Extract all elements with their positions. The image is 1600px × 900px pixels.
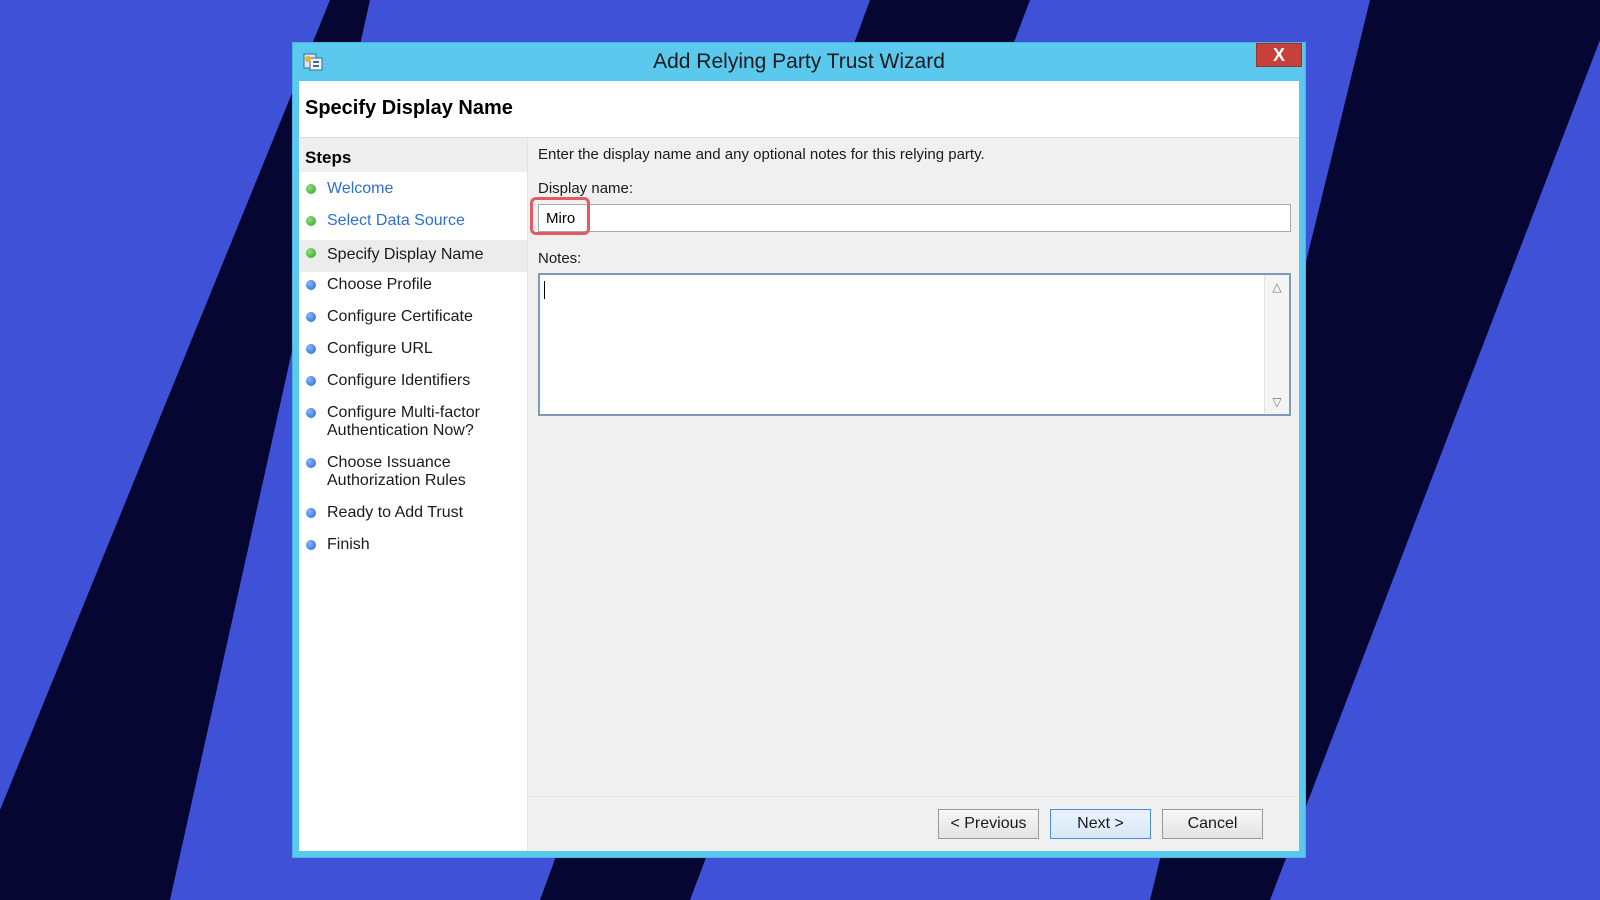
notes-textarea[interactable]: △ ▽ <box>538 273 1291 416</box>
step-label: Choose Profile <box>327 276 432 293</box>
step-complete-icon <box>306 216 316 226</box>
step-label: Configure Identifiers <box>327 372 471 389</box>
instruction-text: Enter the display name and any optional … <box>538 146 985 163</box>
step-complete-icon <box>306 184 316 194</box>
close-button[interactable]: X <box>1256 43 1302 67</box>
step-configure-identifiers: Configure Identifiers <box>299 370 527 396</box>
step-configure-mfa: Configure Multi-factor Authentication No… <box>299 402 527 446</box>
window-title: Add Relying Party Trust Wizard <box>653 50 945 73</box>
step-label: Select Data Source <box>327 212 465 229</box>
steps-heading: Steps <box>299 138 527 172</box>
step-current-icon <box>306 248 316 258</box>
steps-pane: Steps Welcome Select Data Source Specify… <box>299 138 528 851</box>
title-bar[interactable]: Add Relying Party Trust Wizard X <box>293 43 1305 81</box>
step-select-data-source[interactable]: Select Data Source <box>299 210 527 236</box>
previous-button[interactable]: < Previous <box>938 809 1039 839</box>
wizard-header: Specify Display Name <box>299 81 1299 138</box>
highlight-box <box>530 197 590 235</box>
page-title: Specify Display Name <box>305 97 513 119</box>
step-label: Configure URL <box>327 340 433 357</box>
step-finish: Finish <box>299 534 527 560</box>
step-pending-icon <box>306 458 316 468</box>
footer-divider <box>528 796 1299 797</box>
step-pending-icon <box>306 508 316 518</box>
wizard-window: Add Relying Party Trust Wizard X Specify… <box>292 42 1306 858</box>
step-pending-icon <box>306 280 316 290</box>
step-label: Ready to Add Trust <box>327 504 464 521</box>
notes-scrollbar[interactable]: △ ▽ <box>1264 275 1289 414</box>
step-configure-certificate: Configure Certificate <box>299 306 527 332</box>
scroll-down-icon[interactable]: ▽ <box>1265 390 1289 414</box>
step-pending-icon <box>306 312 316 322</box>
step-label: Finish <box>327 536 370 553</box>
step-pending-icon <box>306 540 316 550</box>
step-label: Configure Multi-factor Authentication No… <box>327 404 480 439</box>
step-choose-issuance-rules: Choose Issuance Authorization Rules <box>299 452 527 496</box>
step-label: Choose Issuance Authorization Rules <box>327 454 466 489</box>
step-label: Configure Certificate <box>327 308 473 325</box>
step-label: Welcome <box>327 180 394 197</box>
text-caret <box>544 281 545 299</box>
step-pending-icon <box>306 376 316 386</box>
content-pane: Enter the display name and any optional … <box>528 138 1299 851</box>
step-pending-icon <box>306 408 316 418</box>
next-button[interactable]: Next > <box>1050 809 1151 839</box>
scroll-up-icon[interactable]: △ <box>1265 275 1289 299</box>
step-welcome[interactable]: Welcome <box>299 178 527 204</box>
display-name-label: Display name: <box>538 180 634 197</box>
step-choose-profile: Choose Profile <box>299 274 527 300</box>
step-ready-to-add-trust: Ready to Add Trust <box>299 502 527 528</box>
steps-heading-label: Steps <box>305 148 352 167</box>
step-specify-display-name: Specify Display Name <box>299 240 527 272</box>
wizard-client-area: Specify Display Name Steps Welcome Selec… <box>299 81 1299 851</box>
step-pending-icon <box>306 344 316 354</box>
cancel-button[interactable]: Cancel <box>1162 809 1263 839</box>
step-configure-url: Configure URL <box>299 338 527 364</box>
step-label: Specify Display Name <box>327 246 484 263</box>
display-name-input[interactable] <box>538 204 1291 232</box>
notes-label: Notes: <box>538 250 582 267</box>
